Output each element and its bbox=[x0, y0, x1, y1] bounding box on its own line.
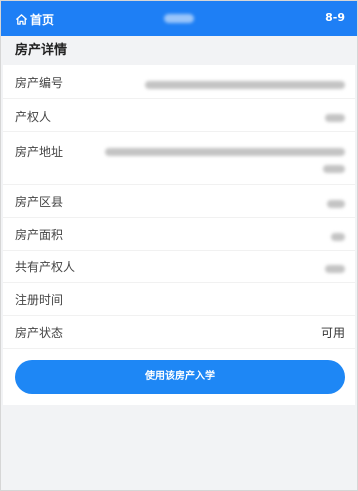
detail-row-area: 房产面积 bbox=[3, 218, 355, 251]
row-label: 房产面积 bbox=[15, 228, 64, 242]
row-label: 房产编号 bbox=[15, 76, 64, 90]
row-value-redacted bbox=[325, 111, 345, 125]
row-value-redacted bbox=[331, 230, 345, 244]
row-label: 产权人 bbox=[15, 110, 52, 124]
row-label: 房产地址 bbox=[15, 145, 64, 159]
row-value-redacted bbox=[325, 262, 345, 276]
section-title: 房产详情 bbox=[1, 36, 357, 65]
row-label: 共有产权人 bbox=[15, 260, 76, 274]
row-value-redacted bbox=[145, 78, 345, 92]
home-icon bbox=[15, 13, 28, 25]
row-value-redacted bbox=[95, 145, 345, 176]
detail-row-registration-time: 注册时间 bbox=[3, 283, 355, 316]
detail-row-co-owner: 共有产权人 bbox=[3, 251, 355, 283]
property-detail-card: 房产编号 产权人 房产地址 房产区县 房产面积 共有产权人 注册时间 房产状态 … bbox=[3, 65, 355, 405]
detail-row-status: 房产状态 可用 bbox=[3, 316, 355, 349]
app-frame: 首页 8-9 房产详情 房产编号 产权人 房产地址 房产区县 房产面积 共有产权… bbox=[0, 0, 358, 491]
detail-row-property-number: 房产编号 bbox=[3, 65, 355, 99]
detail-row-owner: 产权人 bbox=[3, 99, 355, 132]
row-label: 注册时间 bbox=[15, 293, 64, 307]
header-code: 8-9 bbox=[325, 11, 345, 24]
top-bar: 首页 8-9 bbox=[1, 1, 357, 36]
status-value: 可用 bbox=[320, 326, 345, 340]
use-property-for-enrollment-button[interactable]: 使用该房产入学 bbox=[15, 360, 345, 394]
detail-row-address: 房产地址 bbox=[3, 132, 355, 185]
row-label: 房产状态 bbox=[15, 326, 64, 340]
row-value-redacted bbox=[327, 197, 345, 211]
page-title-redacted bbox=[164, 14, 194, 23]
detail-row-district: 房产区县 bbox=[3, 185, 355, 218]
row-label: 房产区县 bbox=[15, 195, 64, 209]
home-link[interactable]: 首页 bbox=[15, 10, 54, 28]
home-label: 首页 bbox=[30, 12, 55, 27]
